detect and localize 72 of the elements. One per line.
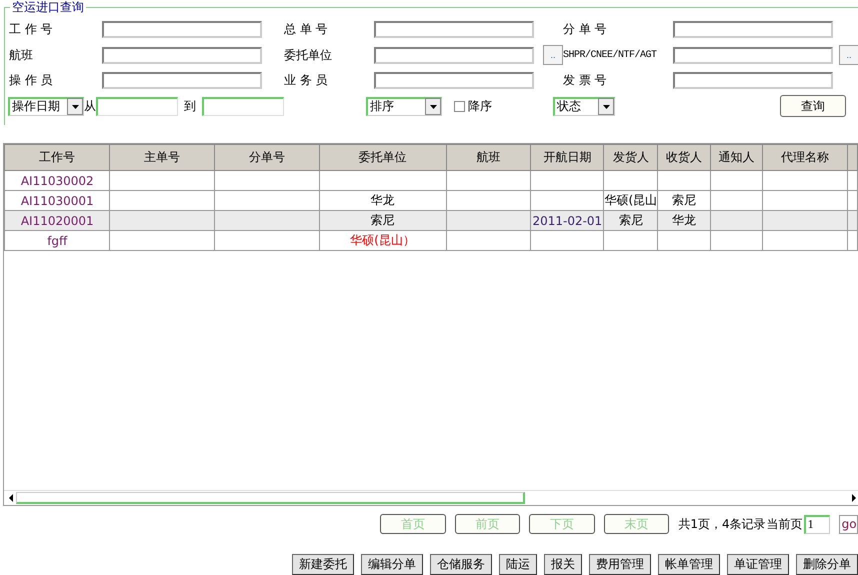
table-cell: 2011-02-01	[532, 214, 602, 228]
field-label: 业 务 员	[284, 72, 329, 89]
table-cell: 华硕(昆山	[604, 193, 657, 207]
table-cell: 索尼	[370, 213, 395, 227]
table-row[interactable]: AI11030002	[4, 170, 858, 190]
record-summary: 共1页，4条记录	[678, 516, 766, 532]
input-field[interactable]	[673, 46, 833, 64]
field-label: 航班	[9, 46, 34, 64]
action-button[interactable]: 单证管理	[727, 554, 789, 575]
table-cell: AI11030002	[20, 174, 94, 188]
column-header[interactable]: 代理名称	[762, 144, 848, 170]
column-header[interactable]: 收货人	[658, 144, 710, 170]
input-field[interactable]	[374, 46, 534, 64]
field-label: SHPR/CNEE/NTF/AGT	[563, 50, 658, 60]
field-label: 分 单 号	[563, 21, 608, 38]
table-row[interactable]: fgff 华硕(昆山）	[4, 230, 858, 250]
current-page-label: 当前页	[766, 516, 803, 532]
table-cell: AI11020001	[20, 214, 94, 228]
action-button[interactable]: 报关	[544, 554, 582, 575]
field-label: 工 作 号	[9, 21, 54, 38]
table-cell: 华龙	[672, 213, 696, 227]
status-select[interactable]: 状态	[553, 96, 615, 116]
action-button[interactable]: 仓储服务	[430, 554, 492, 575]
column-header	[848, 144, 858, 170]
input-field[interactable]	[102, 21, 262, 38]
scroll-right-icon[interactable]	[851, 494, 857, 502]
column-header[interactable]: 开航日期	[530, 144, 604, 170]
action-button[interactable]: 删除分单	[796, 554, 858, 575]
table-cell: 索尼	[618, 213, 643, 227]
to-label: 到	[184, 98, 196, 114]
field-label: 委托单位	[284, 46, 333, 64]
column-header[interactable]: 通知人	[710, 144, 763, 170]
action-button[interactable]: 陆运	[499, 554, 537, 575]
table-cell: 华龙	[370, 193, 395, 207]
table-cell: AI11030001	[20, 194, 94, 208]
action-button[interactable]: 编辑分单	[361, 554, 423, 575]
table-row[interactable]: AI11020001 索尼 2011-02-01 索尼 华龙	[4, 210, 858, 230]
column-header[interactable]: 发货人	[604, 144, 658, 170]
checkbox-label: 降序	[468, 98, 492, 114]
action-button[interactable]: 帐单管理	[658, 554, 720, 575]
go-button[interactable]: go	[838, 514, 858, 534]
table-cell: fgff	[47, 234, 68, 248]
table-cell: 索尼	[672, 193, 696, 207]
column-header[interactable]: 工作号	[4, 144, 110, 170]
input-field[interactable]	[673, 72, 833, 89]
field-label: 发 票 号	[563, 72, 608, 89]
action-button[interactable]: 新建委托	[292, 554, 354, 575]
checkbox[interactable]	[454, 100, 465, 112]
scroll-left-icon[interactable]	[8, 494, 14, 502]
column-header[interactable]: 主单号	[110, 144, 214, 170]
input-field[interactable]	[102, 72, 262, 89]
sort-select[interactable]: 排序	[366, 96, 442, 116]
horizontal-scrollbar[interactable]	[4, 490, 858, 505]
picker-button[interactable]: ..	[839, 45, 858, 65]
column-header[interactable]: 航班	[446, 144, 531, 170]
page-input[interactable]: 1	[804, 514, 830, 534]
field-label: 操 作 员	[9, 72, 54, 89]
input-field[interactable]	[374, 21, 534, 38]
column-header[interactable]: 委托单位	[319, 144, 446, 170]
from-label: 从	[84, 98, 96, 114]
date-field[interactable]	[202, 96, 284, 116]
date-type-select[interactable]: 操作日期	[8, 96, 84, 116]
picker-button[interactable]: ..	[543, 45, 563, 65]
input-field[interactable]	[673, 21, 833, 38]
field-label: 总 单 号	[284, 21, 329, 38]
date-field[interactable]	[96, 96, 178, 116]
input-field[interactable]	[374, 72, 534, 89]
table-cell: 华硕(昆山）	[350, 233, 415, 247]
column-header[interactable]: 分单号	[214, 144, 320, 170]
action-button[interactable]: 费用管理	[589, 554, 651, 575]
input-field[interactable]	[102, 46, 262, 64]
query-button[interactable]: 查询	[780, 95, 846, 117]
